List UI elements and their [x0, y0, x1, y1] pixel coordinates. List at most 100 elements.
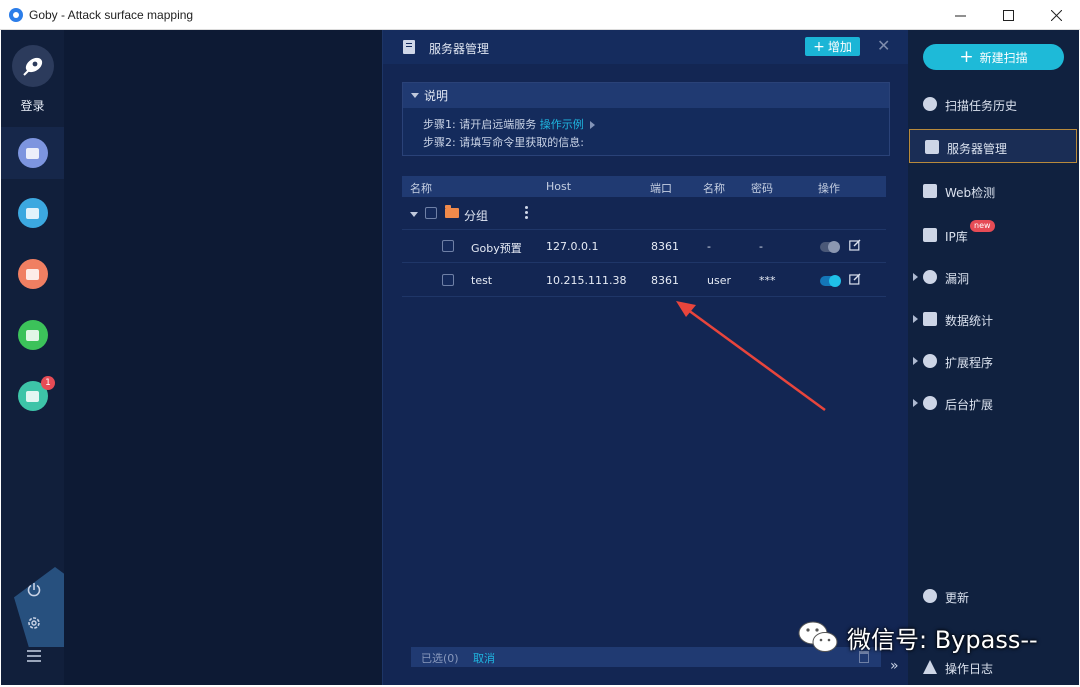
goby-logo-icon	[9, 7, 23, 22]
refresh-icon	[923, 589, 937, 603]
nav-tab-assets[interactable]	[1, 187, 64, 239]
puzzle-icon	[923, 354, 937, 368]
asset-icon	[17, 198, 48, 228]
minimize-icon[interactable]	[936, 0, 984, 30]
add-server-button[interactable]: + 增加	[805, 37, 860, 56]
group-name: 分组	[464, 209, 489, 223]
collapse-icon	[411, 93, 419, 98]
overview-icon	[17, 138, 48, 168]
annotation-arrow	[676, 301, 826, 412]
row-password: ***	[759, 274, 776, 287]
window-controls	[936, 0, 1080, 30]
nav-tab-vulnerabilities[interactable]	[1, 248, 64, 300]
close-icon[interactable]	[1032, 0, 1080, 30]
wechat-logo-icon	[798, 621, 838, 652]
step1-line: 步骤1: 请开启远端服务 操作示例	[423, 116, 595, 132]
menu-item-server-management[interactable]: 服务器管理	[909, 129, 1077, 163]
row-name: Goby预置	[471, 242, 522, 255]
menu-item-label: 操作日志	[945, 662, 994, 676]
add-button-label: 增加	[827, 40, 852, 54]
settings-icon[interactable]	[23, 612, 45, 634]
menu-icon[interactable]	[23, 645, 45, 667]
menu-item-update[interactable]: 更新	[908, 579, 1079, 613]
cancel-selection-link[interactable]: 取消	[473, 650, 495, 666]
expand-caret-icon	[913, 357, 918, 365]
table-row[interactable]: Goby预置 127.0.0.1 8361 - -	[402, 230, 886, 263]
window-title: Goby - Attack surface mapping	[29, 7, 194, 22]
menu-item-label: 后台扩展	[945, 398, 994, 412]
power-icon[interactable]	[23, 579, 45, 601]
puzzle-gear-icon	[923, 396, 937, 410]
row-port: 8361	[651, 274, 679, 287]
menu-item-backend-extensions[interactable]: 后台扩展	[908, 386, 1079, 420]
server-icon	[925, 140, 939, 154]
new-badge: new	[970, 220, 995, 232]
menu-item-extensions[interactable]: 扩展程序	[908, 344, 1079, 378]
menu-item-vulnerabilities[interactable]: 漏洞	[908, 260, 1079, 294]
bar-chart-icon	[923, 312, 937, 326]
description-header[interactable]: 说明	[403, 83, 889, 108]
user-avatar-icon	[23, 57, 43, 76]
nav-tab-plugins[interactable]: 1	[1, 370, 64, 422]
row-enable-toggle[interactable]	[820, 275, 841, 287]
menu-item-label: IP库	[945, 230, 968, 244]
col-username: 名称	[703, 182, 725, 195]
menu-item-label: Web检测	[945, 186, 996, 200]
row-checkbox[interactable]	[442, 240, 454, 252]
col-port: 端口	[650, 182, 672, 195]
panel-close-icon[interactable]: ✕	[877, 36, 890, 55]
menu-item-label: 漏洞	[945, 272, 970, 286]
group-expand-icon[interactable]	[410, 212, 418, 217]
folder-icon	[445, 205, 459, 218]
menu-item-scan-history[interactable]: 扫描任务历史	[908, 87, 1079, 121]
selected-count: 已选(0)	[421, 652, 459, 665]
watermark-text: 微信号: Bypass--	[847, 625, 1038, 654]
example-link[interactable]: 操作示例	[540, 118, 584, 131]
expand-caret-icon	[913, 273, 918, 281]
monitor-icon	[923, 184, 937, 198]
vulnerability-icon	[17, 259, 48, 289]
menu-item-label: 更新	[945, 591, 970, 605]
more-options-icon[interactable]	[525, 206, 528, 219]
col-host: Host	[546, 180, 572, 193]
menu-item-label: 数据统计	[945, 314, 994, 328]
server-icon	[403, 40, 415, 54]
menu-item-web-detection[interactable]: Web检测	[908, 174, 1079, 208]
warning-icon	[923, 660, 937, 674]
plus-icon: +	[959, 46, 974, 67]
menu-item-statistics[interactable]: 数据统计	[908, 302, 1079, 336]
row-checkbox[interactable]	[442, 274, 454, 286]
chevron-right-icon	[589, 121, 595, 129]
expand-caret-icon	[913, 315, 918, 323]
nav-tab-reports[interactable]	[1, 309, 64, 361]
new-scan-label: 新建扫描	[979, 50, 1028, 65]
edit-icon[interactable]	[849, 273, 861, 285]
row-enable-toggle[interactable]	[820, 241, 840, 253]
edit-icon[interactable]	[849, 239, 861, 251]
row-password: -	[759, 240, 763, 253]
maximize-icon[interactable]	[984, 0, 1032, 30]
login-label[interactable]: 登录	[1, 97, 64, 114]
menu-item-ip-library[interactable]: IP库 new	[908, 218, 1079, 252]
nav-tab-overview[interactable]	[1, 127, 64, 179]
row-port: 8361	[651, 240, 679, 253]
group-checkbox[interactable]	[425, 207, 437, 219]
table-row[interactable]: test 10.215.111.38 8361 user ***	[402, 264, 886, 297]
description-box: 说明 步骤1: 请开启远端服务 操作示例 步骤2: 请填写命令里获取的信息:	[402, 82, 890, 156]
avatar[interactable]	[12, 45, 54, 87]
menu-item-label: 服务器管理	[947, 142, 1008, 156]
panel-header: 服务器管理 + 增加 ✕	[383, 30, 909, 64]
panel-title: 服务器管理	[429, 42, 490, 56]
ip-icon	[923, 228, 937, 242]
col-actions: 操作	[818, 182, 840, 195]
expand-panel-icon[interactable]: »	[890, 658, 899, 674]
new-scan-button[interactable]: + 新建扫描	[923, 44, 1064, 70]
row-host: 127.0.0.1	[546, 240, 599, 253]
step2-line: 步骤2: 请填写命令里获取的信息:	[423, 136, 584, 149]
plugin-badge: 1	[41, 376, 55, 390]
description-title: 说明	[424, 89, 449, 103]
bug-icon	[923, 270, 937, 284]
left-sidebar: 登录 1	[1, 30, 96, 685]
menu-item-label: 扫描任务历史	[945, 99, 1018, 113]
group-row[interactable]: 分组	[402, 198, 886, 230]
